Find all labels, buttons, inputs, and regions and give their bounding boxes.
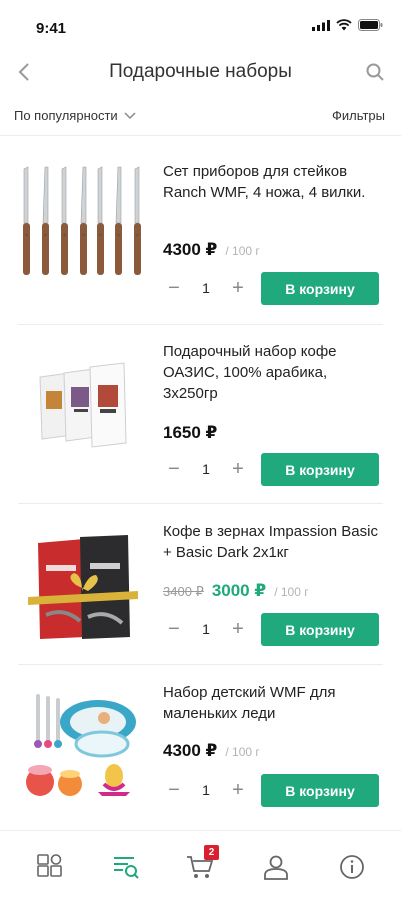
price-unit: / 100 г: [274, 585, 309, 599]
signal-icon: [312, 19, 330, 31]
status-icons: [312, 19, 383, 31]
quantity-stepper: − 1 +: [163, 453, 249, 485]
product-name[interactable]: Подарочный набор кофе ОАЗИС, 100% арабик…: [163, 341, 385, 404]
divider: [18, 503, 383, 504]
tab-search-catalog[interactable]: [110, 851, 142, 883]
chevron-down-icon: [124, 111, 136, 119]
sort-label: По популярности: [14, 108, 118, 123]
status-bar: 9:41: [0, 0, 401, 50]
quantity-value: 1: [202, 280, 210, 296]
product-price: 4300 ₽: [163, 240, 218, 259]
tab-cart[interactable]: 2: [184, 845, 219, 883]
old-price: 3400 ₽: [163, 584, 204, 599]
price-row: 1650 ₽: [163, 423, 217, 443]
product-image: [39, 362, 127, 448]
battery-icon: [358, 19, 383, 31]
info-icon: [340, 855, 364, 879]
knife-fork-set: [23, 166, 141, 275]
product-image: [23, 166, 141, 275]
product-card[interactable]: Кофе в зернах Impassion Basic + Basic Da…: [0, 505, 401, 665]
add-to-cart-button[interactable]: В корзину: [261, 453, 379, 486]
price-row: 3400 ₽ 3000 ₽ / 100 г: [163, 581, 309, 601]
search-list-icon: [114, 857, 139, 879]
quantity-stepper: − 1 +: [163, 613, 249, 645]
product-image: [26, 694, 136, 796]
product-price: 1650 ₽: [163, 423, 218, 442]
filters-button[interactable]: Фильтры: [332, 108, 385, 123]
add-to-cart-button[interactable]: В корзину: [261, 613, 379, 646]
decrease-button[interactable]: −: [163, 618, 185, 640]
quantity-value: 1: [202, 782, 210, 798]
decrease-button[interactable]: −: [163, 779, 185, 801]
product-name[interactable]: Кофе в зернах Impassion Basic + Basic Da…: [163, 521, 385, 563]
tab-catalog[interactable]: [34, 851, 66, 883]
kids-tableware-set: [26, 694, 136, 796]
search-icon: [366, 63, 384, 81]
product-card[interactable]: Подарочный набор кофе ОАЗИС, 100% арабик…: [0, 325, 401, 505]
product-card[interactable]: Сет приборов для стейков Ranch WMF, 4 но…: [0, 145, 401, 325]
bottom-tab-bar: 2: [0, 830, 401, 900]
coffee-bean-bags: [28, 535, 138, 639]
price-row: 4300 ₽ / 100 г: [163, 240, 260, 260]
price-row: 4300 ₽ / 100 г: [163, 741, 260, 761]
increase-button[interactable]: +: [227, 277, 249, 299]
profile-icon: [264, 855, 288, 880]
catalog-grid-icon: [37, 854, 62, 877]
product-card[interactable]: Набор детский WMF для маленьких леди 430…: [0, 666, 401, 826]
increase-button[interactable]: +: [227, 458, 249, 480]
cart-badge: 2: [204, 845, 219, 860]
decrease-button[interactable]: −: [163, 458, 185, 480]
increase-button[interactable]: +: [227, 779, 249, 801]
product-name[interactable]: Набор детский WMF для маленьких леди: [163, 682, 385, 724]
decrease-button[interactable]: −: [163, 277, 185, 299]
add-to-cart-button[interactable]: В корзину: [261, 272, 379, 305]
product-price: 4300 ₽: [163, 741, 218, 760]
add-to-cart-button[interactable]: В корзину: [261, 774, 379, 807]
quantity-stepper: − 1 +: [163, 272, 249, 304]
price-unit: / 100 г: [225, 745, 260, 759]
tab-info[interactable]: [336, 851, 368, 883]
sort-filter-bar: По популярности Фильтры: [0, 100, 401, 136]
quantity-value: 1: [202, 621, 210, 637]
divider: [18, 664, 383, 665]
product-name[interactable]: Сет приборов для стейков Ranch WMF, 4 но…: [163, 161, 385, 203]
sort-dropdown[interactable]: По популярности: [14, 108, 136, 123]
tab-profile[interactable]: [260, 851, 292, 883]
quantity-stepper: − 1 +: [163, 774, 249, 806]
coffee-bags: [39, 362, 127, 448]
product-image: [28, 535, 138, 639]
status-time: 9:41: [36, 20, 67, 37]
increase-button[interactable]: +: [227, 618, 249, 640]
price-unit: / 100 г: [225, 244, 260, 258]
quantity-value: 1: [202, 461, 210, 477]
header: Подарочные наборы: [0, 52, 401, 94]
page-title: Подарочные наборы: [109, 61, 292, 82]
wifi-icon: [336, 19, 352, 31]
sale-price: 3000 ₽: [211, 581, 267, 600]
search-button[interactable]: [363, 60, 387, 84]
